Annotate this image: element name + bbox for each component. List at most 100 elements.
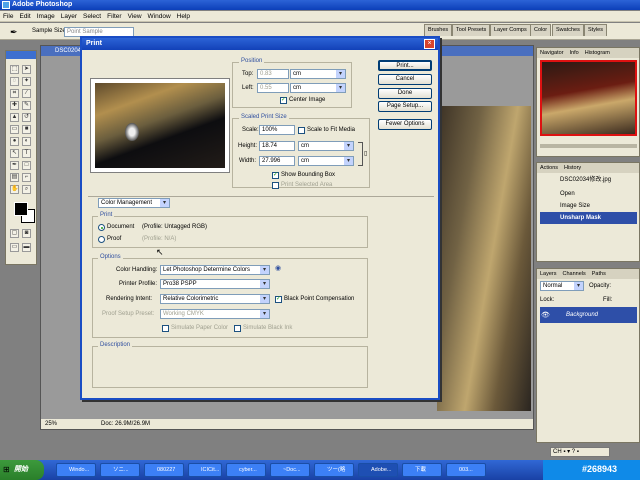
eye-icon[interactable]: 👁 xyxy=(541,311,550,319)
menu-image[interactable]: Image xyxy=(34,11,58,22)
taskbar-item[interactable]: 下載 xyxy=(402,463,442,477)
well-tab-layer-comps[interactable]: Layer Comps xyxy=(490,24,531,36)
history-item[interactable]: Open xyxy=(540,188,637,200)
menu-filter[interactable]: Filter xyxy=(104,11,124,22)
left-unit-select[interactable]: cm xyxy=(290,83,346,93)
history-item-selected[interactable]: Unsharp Mask xyxy=(540,212,637,224)
menu-view[interactable]: View xyxy=(125,11,145,22)
history-brush-icon[interactable]: ↺ xyxy=(22,113,31,122)
foreground-color-swatch[interactable] xyxy=(14,202,28,216)
tab-actions[interactable]: Actions xyxy=(537,163,561,173)
tab-paths[interactable]: Paths xyxy=(589,269,609,279)
clone-stamp-icon[interactable]: ▲ xyxy=(10,113,19,122)
marquee-tool-icon[interactable]: ⬚ xyxy=(10,65,19,74)
crop-tool-icon[interactable]: ⌗ xyxy=(10,89,19,98)
toolbox-title-bar[interactable] xyxy=(6,51,36,59)
hand-tool-icon[interactable]: ✋ xyxy=(10,185,19,194)
close-icon[interactable]: × xyxy=(424,39,435,49)
zoom-level[interactable]: 25% xyxy=(45,419,57,430)
menu-select[interactable]: Select xyxy=(80,11,104,22)
menu-window[interactable]: Window xyxy=(145,11,174,22)
history-snapshot[interactable]: DSC02034修改.jpg xyxy=(540,174,637,186)
done-button[interactable]: Done xyxy=(378,88,432,99)
blend-mode-select[interactable]: Normal xyxy=(540,281,584,291)
taskbar-item[interactable]: ICICit... xyxy=(188,463,222,477)
menu-help[interactable]: Help xyxy=(174,11,193,22)
navigator-zoom-slider[interactable] xyxy=(540,144,637,148)
print-dialog-title[interactable]: Print xyxy=(82,38,438,50)
taskbar-item[interactable]: ~Doc... xyxy=(270,463,310,477)
zoom-tool-icon[interactable]: ⌕ xyxy=(22,185,31,194)
standard-mode-icon[interactable]: ▢ xyxy=(10,229,19,238)
well-tab-swatches[interactable]: Swatches xyxy=(552,24,584,36)
scale-field[interactable]: 100% xyxy=(259,125,295,135)
slice-tool-icon[interactable]: ∕ xyxy=(22,89,31,98)
center-image-checkbox[interactable]: ✓ xyxy=(280,97,287,104)
taskbar-item[interactable]: ツー(略 xyxy=(314,463,354,477)
screen-mode-full-icon[interactable]: ▬ xyxy=(22,243,31,252)
brush-tool-icon[interactable]: ✎ xyxy=(22,101,31,110)
simulate-ink-checkbox[interactable] xyxy=(234,325,241,332)
tab-info[interactable]: Info xyxy=(567,48,582,58)
type-tool-icon[interactable]: T xyxy=(22,149,31,158)
quick-mask-icon[interactable]: ◙ xyxy=(22,229,31,238)
tab-layers[interactable]: Layers xyxy=(537,269,560,279)
tab-navigator[interactable]: Navigator xyxy=(537,48,567,58)
tab-channels[interactable]: Channels xyxy=(560,269,589,279)
cancel-button[interactable]: Cancel xyxy=(378,74,432,85)
layer-background[interactable]: Background xyxy=(540,307,637,323)
height-unit-select[interactable]: cm xyxy=(298,141,354,151)
taskbar-item-active[interactable]: Adobe... xyxy=(358,463,398,477)
eraser-tool-icon[interactable]: ▭ xyxy=(10,125,19,134)
notes-tool-icon[interactable]: ▤ xyxy=(10,173,19,182)
proof-radio[interactable] xyxy=(98,236,105,243)
scale-to-fit-checkbox[interactable] xyxy=(298,127,305,134)
taskbar-item[interactable]: 003... xyxy=(446,463,486,477)
simulate-paper-checkbox[interactable] xyxy=(162,325,169,332)
top-field[interactable]: 0.83 xyxy=(257,69,289,79)
menu-layer[interactable]: Layer xyxy=(58,11,80,22)
black-point-checkbox[interactable]: ✓ xyxy=(275,296,282,303)
tab-histogram[interactable]: Histogram xyxy=(582,48,613,58)
well-tab-styles[interactable]: Styles xyxy=(584,24,607,36)
well-tab-brushes[interactable]: Brushes xyxy=(424,24,453,36)
width-unit-select[interactable]: cm xyxy=(298,156,354,166)
menu-file[interactable]: File xyxy=(0,11,16,22)
height-field[interactable]: 18.74 xyxy=(259,141,295,151)
show-bounding-box-checkbox[interactable]: ✓ xyxy=(272,172,279,179)
dodge-tool-icon[interactable]: ◐ xyxy=(22,137,31,146)
taskbar-item[interactable]: Windo... xyxy=(56,463,96,477)
width-field[interactable]: 27.996 xyxy=(259,156,295,166)
gradient-tool-icon[interactable]: ■ xyxy=(22,125,31,134)
document-radio[interactable] xyxy=(98,224,105,231)
eyedropper-tool-icon[interactable]: ⌐ xyxy=(22,173,31,182)
blur-tool-icon[interactable]: ● xyxy=(10,137,19,146)
top-unit-select[interactable]: cm xyxy=(290,69,346,79)
page-setup-button[interactable]: Page Setup... xyxy=(378,101,432,112)
color-handling-select[interactable]: Let Photoshop Determine Colors xyxy=(160,265,270,275)
lasso-tool-icon[interactable]: ◌ xyxy=(10,77,19,86)
healing-brush-icon[interactable]: ✚ xyxy=(10,101,19,110)
left-field[interactable]: 0.55 xyxy=(257,83,289,93)
taskbar-item[interactable]: 080227 xyxy=(144,463,184,477)
rendering-intent-select[interactable]: Relative Colorimetric xyxy=(160,294,270,304)
eyedropper-icon[interactable]: ✒ xyxy=(10,27,18,38)
magic-wand-tool-icon[interactable]: ✦ xyxy=(22,77,31,86)
pen-tool-icon[interactable]: ✒ xyxy=(10,161,19,170)
fewer-options-button[interactable]: Fewer Options xyxy=(378,119,432,130)
printer-profile-select[interactable]: Pro38 PSPP xyxy=(160,279,270,289)
well-tab-color[interactable]: Color xyxy=(530,24,552,36)
move-tool-icon[interactable]: ➤ xyxy=(22,65,31,74)
taskbar-item[interactable]: ソニ... xyxy=(100,463,140,477)
navigator-thumbnail[interactable] xyxy=(540,60,637,136)
language-bar[interactable]: CH ▪ ▾ ? ▪ xyxy=(550,447,610,457)
history-item[interactable]: Image Size xyxy=(540,200,637,212)
well-tab-tool-presets[interactable]: Tool Presets xyxy=(452,24,491,36)
menu-edit[interactable]: Edit xyxy=(16,11,33,22)
taskbar-item[interactable]: cyber... xyxy=(226,463,266,477)
proof-setup-preset-select[interactable]: Working CMYK xyxy=(160,309,270,319)
print-button[interactable]: Print... xyxy=(378,60,432,71)
screen-mode-standard-icon[interactable]: ▭ xyxy=(10,243,19,252)
path-selection-icon[interactable]: ↖ xyxy=(10,149,19,158)
tab-history[interactable]: History xyxy=(561,163,584,173)
